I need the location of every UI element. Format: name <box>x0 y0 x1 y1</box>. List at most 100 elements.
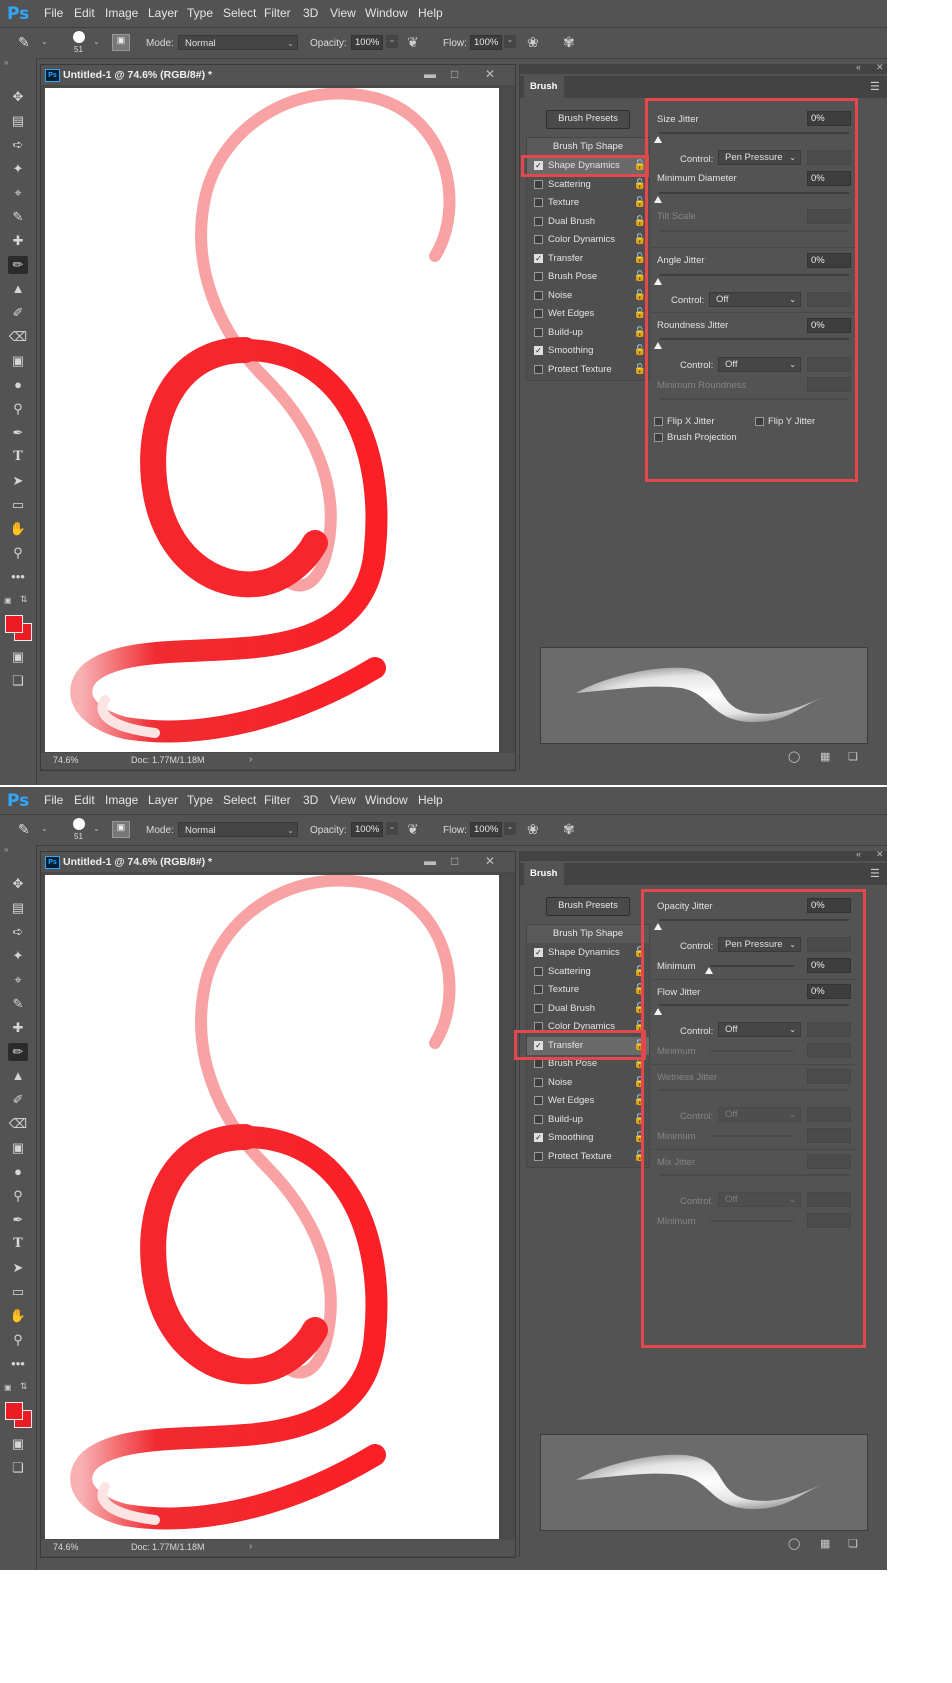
quick-mask-icon[interactable]: ▣ <box>8 1435 28 1453</box>
swap-colors-icon[interactable]: ⇅ <box>20 594 28 605</box>
roundness-control-dropdown[interactable]: Off ⌄ <box>718 357 801 372</box>
flip-x-checkbox[interactable]: Flip X Jitter <box>654 416 715 427</box>
foreground-color-swatch[interactable] <box>5 1402 23 1420</box>
flow-jitter-slider[interactable] <box>659 1004 849 1006</box>
expand-icon[interactable]: » <box>4 58 8 67</box>
list-item-noise[interactable]: Noise 🔓 <box>527 287 649 305</box>
chevron-down-icon[interactable]: ⌄ <box>41 37 48 46</box>
mode-dropdown[interactable]: Normal ⌄ <box>178 822 298 837</box>
list-item-shape-dynamics[interactable]: ✓ Shape Dynamics 🔓 <box>527 157 649 175</box>
eyedropper-icon[interactable]: ✎ <box>8 208 28 226</box>
move-tool-icon[interactable]: ✥ <box>8 875 28 893</box>
default-colors-icon[interactable]: ▣ <box>4 1383 12 1392</box>
list-item-noise[interactable]: Noise 🔓 <box>527 1074 649 1092</box>
flow-jitter-input[interactable]: 0% <box>807 984 851 999</box>
quick-mask-icon[interactable]: ▣ <box>8 648 28 666</box>
brush-panel-toggle-icon[interactable]: ▣ <box>112 821 130 838</box>
new-preset-icon[interactable]: ❏ <box>848 1537 858 1550</box>
eyedropper-icon[interactable]: ✎ <box>8 995 28 1013</box>
list-item-smoothing[interactable]: ✓ Smoothing 🔓 <box>527 342 649 360</box>
path-select-icon[interactable]: ➤ <box>8 472 28 490</box>
grid-icon[interactable]: ▦ <box>820 750 830 763</box>
maximize-icon[interactable]: □ <box>451 67 458 81</box>
opacity-jitter-input[interactable]: 0% <box>807 898 851 913</box>
slider-knob-icon[interactable] <box>705 967 713 974</box>
airbrush-icon[interactable]: ❀ <box>527 34 539 51</box>
document-tab[interactable]: Ps Untitled-1 @ 74.6% (RGB/8#) * ▬ □ ✕ <box>41 852 515 872</box>
swap-colors-icon[interactable]: ⇅ <box>20 1381 28 1392</box>
list-item-smoothing[interactable]: ✓ Smoothing 🔓 <box>527 1129 649 1147</box>
dodge-tool-icon[interactable]: ⚲ <box>8 1187 28 1205</box>
zoom-tool-icon[interactable]: ⚲ <box>8 1331 28 1349</box>
opacity-control-dropdown[interactable]: Pen Pressure ⌄ <box>718 937 801 952</box>
menu-type[interactable]: Type <box>187 793 213 807</box>
angle-jitter-input[interactable]: 0% <box>807 253 851 268</box>
menu-view[interactable]: View <box>330 793 356 807</box>
close-icon[interactable]: ✕ <box>876 62 884 73</box>
maximize-icon[interactable]: □ <box>451 854 458 868</box>
flow-input[interactable]: 100% <box>470 35 502 50</box>
zoom-level[interactable]: 74.6% <box>53 755 79 765</box>
zoom-level[interactable]: 74.6% <box>53 1542 79 1552</box>
menu-window[interactable]: Window <box>365 793 408 807</box>
minimize-icon[interactable]: ▬ <box>424 854 436 868</box>
menu-select[interactable]: Select <box>223 793 256 807</box>
minimize-icon[interactable]: ▬ <box>424 67 436 81</box>
crop-tool-icon[interactable]: ⌖ <box>8 184 28 202</box>
brush-panel-toggle-icon[interactable]: ▣ <box>112 34 130 51</box>
slider-knob-icon[interactable] <box>654 923 662 930</box>
slider-knob-icon[interactable] <box>654 278 662 285</box>
pen-tool-icon[interactable]: ✒ <box>8 424 28 442</box>
mode-dropdown[interactable]: Normal ⌄ <box>178 35 298 50</box>
menu-image[interactable]: Image <box>105 6 138 20</box>
pen-tool-icon[interactable]: ✒ <box>8 1211 28 1229</box>
min-diameter-slider[interactable] <box>659 192 849 194</box>
marquee-tool-icon[interactable]: ▤ <box>8 112 28 130</box>
menu-edit[interactable]: Edit <box>74 6 95 20</box>
toggle-live-tip-icon[interactable]: ◯ <box>788 750 800 763</box>
list-item-transfer[interactable]: ✓ Transfer 🔓 <box>527 250 649 268</box>
healing-brush-icon[interactable]: ✚ <box>8 1019 28 1037</box>
brush-tip-shape-item[interactable]: Brush Tip Shape <box>527 138 649 156</box>
gradient-tool-icon[interactable]: ▣ <box>8 352 28 370</box>
foreground-color-swatch[interactable] <box>5 615 23 633</box>
brush-tip-shape-item[interactable]: Brush Tip Shape <box>527 925 649 943</box>
lasso-tool-icon[interactable]: ➪ <box>8 136 28 154</box>
chevron-down-icon[interactable]: ⌄ <box>504 35 516 48</box>
close-icon[interactable]: ✕ <box>485 854 495 868</box>
airbrush-icon[interactable]: ❀ <box>527 821 539 838</box>
history-brush-icon[interactable]: ✐ <box>8 304 28 322</box>
list-item-texture[interactable]: Texture 🔓 <box>527 981 649 999</box>
list-item-dual-brush[interactable]: Dual Brush 🔓 <box>527 213 649 231</box>
document-tab[interactable]: Ps Untitled-1 @ 74.6% (RGB/8#) * ▬ □ ✕ <box>41 65 515 85</box>
list-item-protect-texture[interactable]: Protect Texture 🔓 <box>527 361 649 379</box>
grid-icon[interactable]: ▦ <box>820 1537 830 1550</box>
menu-select[interactable]: Select <box>223 6 256 20</box>
chevron-down-icon[interactable]: ⌄ <box>93 37 100 46</box>
vertical-scrollbar[interactable] <box>503 875 513 1539</box>
dodge-tool-icon[interactable]: ⚲ <box>8 400 28 418</box>
brush-preview-icon[interactable] <box>73 31 85 43</box>
slider-knob-icon[interactable] <box>654 1008 662 1015</box>
rectangle-tool-icon[interactable]: ▭ <box>8 1283 28 1301</box>
blur-tool-icon[interactable]: ● <box>8 1163 28 1181</box>
list-item-transfer[interactable]: ✓ Transfer 🔓 <box>527 1037 649 1055</box>
collapse-icon[interactable]: « <box>856 849 861 859</box>
roundness-jitter-slider[interactable] <box>659 338 849 340</box>
hand-tool-icon[interactable]: ✋ <box>8 1307 28 1325</box>
menu-image[interactable]: Image <box>105 793 138 807</box>
list-item-scattering[interactable]: Scattering 🔓 <box>527 963 649 981</box>
chevron-right-icon[interactable]: › <box>249 1541 252 1552</box>
brush-tool-icon[interactable]: ✎ <box>18 821 30 838</box>
list-item-color-dynamics[interactable]: Color Dynamics 🔓 <box>527 1018 649 1036</box>
history-brush-icon[interactable]: ✐ <box>8 1091 28 1109</box>
menu-filter[interactable]: Filter <box>264 793 291 807</box>
menu-help[interactable]: Help <box>418 6 443 20</box>
brush-preview-icon[interactable] <box>73 818 85 830</box>
pressure-opacity-icon[interactable]: ❦ <box>407 821 419 838</box>
menu-file[interactable]: File <box>44 6 63 20</box>
collapse-icon[interactable]: « <box>856 62 861 72</box>
list-item-texture[interactable]: Texture 🔓 <box>527 194 649 212</box>
list-item-build-up[interactable]: Build-up 🔓 <box>527 324 649 342</box>
zoom-tool-icon[interactable]: ⚲ <box>8 544 28 562</box>
